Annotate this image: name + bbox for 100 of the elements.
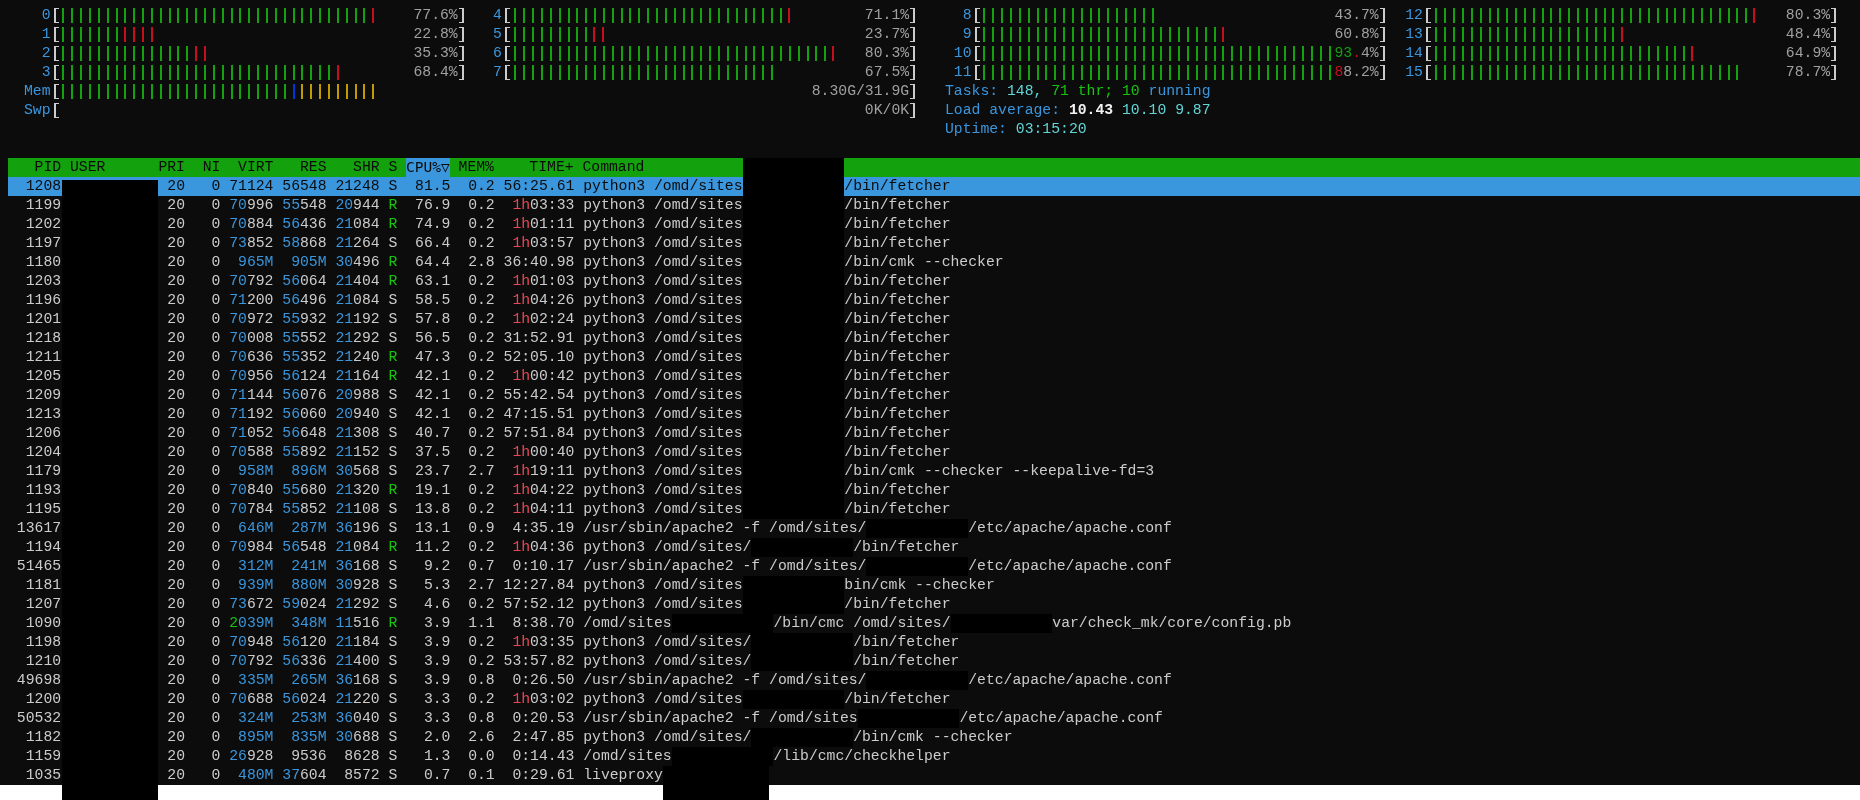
process-row[interactable]: 1209 20 0 71144 56076 20988 S 42.1 0.2 55:42.54 python3 /omd/sites /bin/fetcher <box>8 386 1860 405</box>
meter-reading: 80.3% <box>864 46 910 61</box>
table-cell-text: 64.4 <box>414 253 451 272</box>
process-row[interactable]: 1205 20 0 70956 56124 21164 R 42.1 0.2 1h00:42 python3 /omd/sites /bin/fetcher <box>8 367 1860 386</box>
process-row[interactable]: 51465 20 0 312M 241M 36168 S 9.2 0.7 0:10.17 /usr/sbin/apache2 -f /omd/sites/ /etc/apache/apache.conf <box>8 557 1860 576</box>
table-cell-text: 0 <box>210 519 221 538</box>
process-row[interactable]: 49698 20 0 335M 265M 36168 S 3.9 0.8 0:26.50 /usr/sbin/apache2 -f /omd/sites/ /etc/apache/apache.conf <box>8 671 1860 690</box>
meter-reading: 88.2% <box>1334 65 1379 80</box>
table-cell-text: 30568 <box>334 462 380 481</box>
process-row[interactable]: 1208 20 0 71124 56548 21248 S 81.5 0.2 56:25.61 python3 /omd/sites /bin/fetcher <box>8 177 1860 196</box>
process-row[interactable]: 1181 20 0 939M 880M 30928 S 5.3 2.7 12:27.84 python3 /omd/sites bin/cmk --checker <box>8 576 1860 595</box>
column-header[interactable]: Command <box>582 158 645 177</box>
table-cell-text: 1205 <box>24 367 62 386</box>
table-cell-text: 896M <box>290 462 327 481</box>
command-text: python3 /omd/sites <box>583 329 743 348</box>
column-header[interactable]: MEM% <box>449 158 494 177</box>
command-text: /bin/fetcher <box>844 443 951 462</box>
table-cell-text: 1h01:11 <box>511 215 575 234</box>
process-row[interactable]: 1213 20 0 71192 56060 20940 S 42.1 0.2 47:15.51 python3 /omd/sites /bin/fetcher <box>8 405 1860 424</box>
column-header[interactable]: TIME+ <box>493 158 574 177</box>
process-row[interactable]: 1193 20 0 70840 55680 21320 R 19.1 0.2 1h04:22 python3 /omd/sites /bin/fetcher <box>8 481 1860 500</box>
table-cell-text: 3.9 <box>422 633 451 652</box>
process-row[interactable]: 1195 20 0 70784 55852 21108 S 13.8 0.2 1h04:11 python3 /omd/sites /bin/fetcher <box>8 500 1860 519</box>
table-cell-text: 36196 <box>334 519 380 538</box>
table-cell-text: 1.3 <box>422 747 451 766</box>
process-row[interactable]: 1182 20 0 895M 835M 30688 S 2.0 2.6 2:47.85 python3 /omd/sites/ /bin/cmk --checker <box>8 728 1860 747</box>
table-cell-text: 56076 <box>281 386 327 405</box>
table-cell-text: 265M <box>290 671 327 690</box>
column-header[interactable]: NI <box>185 158 221 177</box>
table-cell-text: 56:25.61 <box>502 177 575 196</box>
table-cell-text: 42.1 <box>414 405 451 424</box>
column-header[interactable]: VIRT <box>220 158 274 177</box>
process-row[interactable]: 1206 20 0 71052 56648 21308 S 40.7 0.2 57:51.84 python3 /omd/sites /bin/fetcher <box>8 424 1860 443</box>
column-header[interactable]: RES <box>273 158 327 177</box>
table-cell-text: 20 <box>166 196 185 215</box>
table-cell-text: 20 <box>166 253 185 272</box>
process-row[interactable]: 1201 20 0 70972 55932 21192 S 57.8 0.2 1h02:24 python3 /omd/sites /bin/fetcher <box>8 310 1860 329</box>
column-header[interactable]: PRI <box>149 158 185 177</box>
command-text: python3 /omd/sites <box>583 367 743 386</box>
table-cell-text: 71052 <box>228 424 274 443</box>
process-row[interactable]: 1179 20 0 958M 896M 30568 S 23.7 2.7 1h19:11 python3 /omd/sites /bin/cmk --checker --keepalive-fd=3 <box>8 462 1860 481</box>
table-cell-text: 20 <box>166 443 185 462</box>
command-text: /bin/cmc /omd/sites/ <box>773 614 951 633</box>
column-header[interactable]: S <box>388 158 398 177</box>
process-row[interactable]: 1180 20 0 965M 905M 30496 R 64.4 2.8 36:40.98 python3 /omd/sites /bin/cmk --checker <box>8 253 1860 272</box>
command-text: /usr/sbin/apache2 -f /omd/sites/ <box>583 671 867 690</box>
table-cell-text: 9.2 <box>422 557 451 576</box>
process-row[interactable]: 1210 20 0 70792 56336 21400 S 3.9 0.2 53:57.82 python3 /omd/sites/ /bin/fetcher <box>8 652 1860 671</box>
column-header[interactable]: PID <box>8 158 62 177</box>
table-cell-text: 20 <box>166 329 185 348</box>
process-row[interactable]: 1218 20 0 70008 55552 21292 S 56.5 0.2 31:52.91 python3 /omd/sites /bin/fetcher <box>8 329 1860 348</box>
process-row[interactable]: 1203 20 0 70792 56064 21404 R 63.1 0.2 1h01:03 python3 /omd/sites /bin/fetcher <box>8 272 1860 291</box>
table-cell-text: 0 <box>210 538 221 557</box>
table-cell-text: 0 <box>210 671 221 690</box>
process-row[interactable]: 1207 20 0 73672 59024 21292 S 4.6 0.2 57:52.12 python3 /omd/sites /bin/fetcher <box>8 595 1860 614</box>
table-cell-text: 26928 <box>228 747 274 766</box>
cpu-label: 11 <box>952 65 972 80</box>
table-cell-text: 253M <box>290 709 327 728</box>
column-header[interactable]: USER <box>69 158 150 177</box>
command-text: /bin/fetcher <box>844 234 951 253</box>
table-cell-text: 0.2 <box>467 595 495 614</box>
process-row[interactable]: 13617 20 0 646M 287M 36196 S 13.1 0.9 4:35.19 /usr/sbin/apache2 -f /omd/sites/ /etc/apache/apache.conf <box>8 519 1860 538</box>
table-cell: R <box>388 196 398 215</box>
command-text: /bin/fetcher <box>853 538 960 557</box>
process-row[interactable]: 1035 20 0 480M 37604 8572 S 0.7 0.1 0:29.61 liveproxy <box>8 766 1860 785</box>
meter-reading: 22.8% <box>413 27 458 42</box>
table-cell-text: 0 <box>210 652 221 671</box>
meter-reading: 0K/0K <box>864 103 910 118</box>
process-row[interactable]: 1202 20 0 70884 56436 21084 R 74.9 0.2 1h01:11 python3 /omd/sites /bin/fetcher <box>8 215 1860 234</box>
process-row[interactable]: 1090 20 0 2039M 348M 11516 R 3.9 1.1 8:38.70 /omd/sites /bin/cmc /omd/sites/ var/check_mk/core/config.pb <box>8 614 1860 633</box>
command-text: /bin/fetcher <box>844 329 951 348</box>
process-row[interactable]: 1198 20 0 70948 56120 21184 S 3.9 0.2 1h03:35 python3 /omd/sites/ /bin/fetcher <box>8 633 1860 652</box>
table-cell-text: 0.9 <box>467 519 495 538</box>
process-row[interactable]: 1204 20 0 70588 55892 21152 S 37.5 0.2 1h00:40 python3 /omd/sites /bin/fetcher <box>8 443 1860 462</box>
column-header[interactable]: CPU%▽ <box>406 158 450 177</box>
table-cell-text: 0 <box>210 348 221 367</box>
table-cell-text: 30496 <box>334 253 380 272</box>
table-cell-text: 71200 <box>228 291 274 310</box>
process-row[interactable]: 1194 20 0 70984 56548 21084 R 11.2 0.2 1h04:36 python3 /omd/sites/ /bin/fetcher <box>8 538 1860 557</box>
meter-reading: 67.5% <box>864 65 910 80</box>
process-row[interactable]: 1159 20 0 26928 9536 8628 S 1.3 0.0 0:14.43 /omd/sites /lib/cmc/checkhelper <box>8 747 1860 766</box>
table-cell-text: 0 <box>210 196 221 215</box>
process-row[interactable]: 1197 20 0 73852 58868 21264 S 66.4 0.2 1h03:57 python3 /omd/sites /bin/fetcher <box>8 234 1860 253</box>
table-cell-text: 58868 <box>281 234 327 253</box>
table-cell-text: 1213 <box>24 405 62 424</box>
process-row[interactable]: 1211 20 0 70636 55352 21240 R 47.3 0.2 52:05.10 python3 /omd/sites /bin/fetcher <box>8 348 1860 367</box>
process-row[interactable]: 50532 20 0 324M 253M 36040 S 3.3 0.8 0:20.53 /usr/sbin/apache2 -f /omd/sites /etc/apache/apache.conf <box>8 709 1860 728</box>
table-cell-text: 1h04:11 <box>511 500 575 519</box>
process-row[interactable]: 1200 20 0 70688 56024 21220 S 3.3 0.2 1h03:02 python3 /omd/sites /bin/fetcher <box>8 690 1860 709</box>
table-cell-text: 0 <box>210 253 221 272</box>
table-cell-text: 36:40.98 <box>502 253 575 272</box>
table-cell-text: 74.9 <box>414 215 451 234</box>
process-row[interactable]: 1199 20 0 70996 55548 20944 R 76.9 0.2 1h03:33 python3 /omd/sites /bin/fetcher <box>8 196 1860 215</box>
command-text: python3 /omd/sites <box>583 481 743 500</box>
table-cell-text: 1199 <box>24 196 62 215</box>
column-header[interactable]: SHR <box>326 158 380 177</box>
table-cell-text: 0.2 <box>467 652 495 671</box>
table-cell-text: 1h19:11 <box>511 462 575 481</box>
table-cell-text: 1.1 <box>467 614 495 633</box>
process-row[interactable]: 1196 20 0 71200 56496 21084 S 58.5 0.2 1h04:26 python3 /omd/sites /bin/fetcher <box>8 291 1860 310</box>
